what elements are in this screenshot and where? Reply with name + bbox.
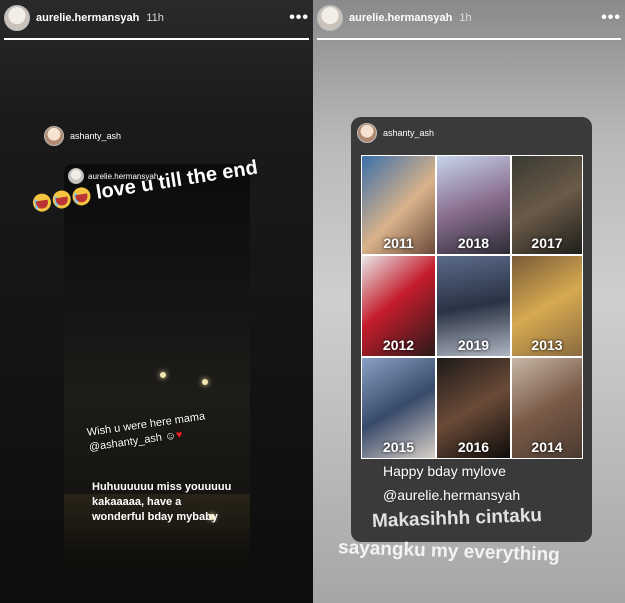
shared-username: ashanty_ash (70, 131, 122, 141)
heart-icon: ♥ (175, 428, 184, 442)
avatar[interactable] (317, 5, 343, 31)
shared-story-header[interactable]: ashanty_ash (351, 117, 592, 149)
story-time: 1h (459, 12, 472, 24)
more-options-icon[interactable]: ••• (289, 9, 309, 27)
username[interactable]: aurelie.hermansyah (36, 12, 139, 24)
avatar (357, 123, 377, 143)
story-progress-bar (4, 38, 309, 40)
collage-photo: 2016 (437, 358, 510, 458)
collage-photo: 2017 (512, 156, 582, 254)
more-options-icon[interactable]: ••• (601, 9, 621, 27)
crying-face-icon (31, 191, 53, 213)
shared-story-header[interactable]: ashanty_ash (38, 120, 127, 152)
collage-photo: 2011 (362, 156, 435, 254)
collage-photo: 2018 (437, 156, 510, 254)
collage-photo: 2013 (512, 256, 582, 356)
username[interactable]: aurelie.hermansyah (349, 12, 452, 24)
collage-photo: 2014 (512, 358, 582, 458)
collage-photo: 2012 (362, 256, 435, 356)
collage-photo: 2019 (437, 256, 510, 356)
story-progress-bar (317, 38, 621, 40)
year-label: 2014 (531, 439, 563, 455)
crying-face-icon (51, 188, 72, 210)
avatar (44, 126, 64, 146)
crying-face-icon (71, 185, 92, 207)
caption-text: Happy bday mylove (383, 463, 506, 479)
reply-line: wonderful bday mybaby (92, 511, 218, 523)
reply-line: kakaaaaa, have a (92, 496, 182, 508)
avatar (68, 168, 84, 184)
story-header: aurelie.hermansyah 1h ••• (317, 3, 621, 33)
stage-light (160, 372, 166, 378)
year-label: 2011 (383, 235, 414, 251)
year-label: 2012 (382, 337, 415, 353)
reply-line: Huhuuuuuu miss youuuuu (92, 481, 232, 493)
year-label: 2015 (382, 439, 415, 455)
year-label: 2016 (457, 439, 490, 455)
shared-username: ashanty_ash (383, 128, 435, 138)
year-label: 2017 (531, 235, 563, 251)
story-header: aurelie.hermansyah 11h ••• (4, 3, 309, 33)
year-label: 2018 (457, 235, 490, 251)
reply-text: Huhuuuuuu miss youuuuu kakaaaaa, have a … (92, 480, 231, 525)
avatar[interactable] (4, 5, 30, 31)
mention-link[interactable]: @aurelie.hermansyah (383, 487, 520, 503)
story-time: 11h (146, 12, 164, 24)
year-label: 2019 (457, 337, 490, 353)
year-label: 2013 (531, 337, 563, 353)
photo-collage: 2011 2018 2017 2012 2019 2013 2015 2016 … (361, 155, 583, 459)
collage-photo: 2015 (362, 358, 435, 458)
story-panel-left[interactable]: aurelie.hermansyah 11h ••• ashanty_ash a… (0, 0, 313, 603)
stage-light (202, 379, 208, 385)
